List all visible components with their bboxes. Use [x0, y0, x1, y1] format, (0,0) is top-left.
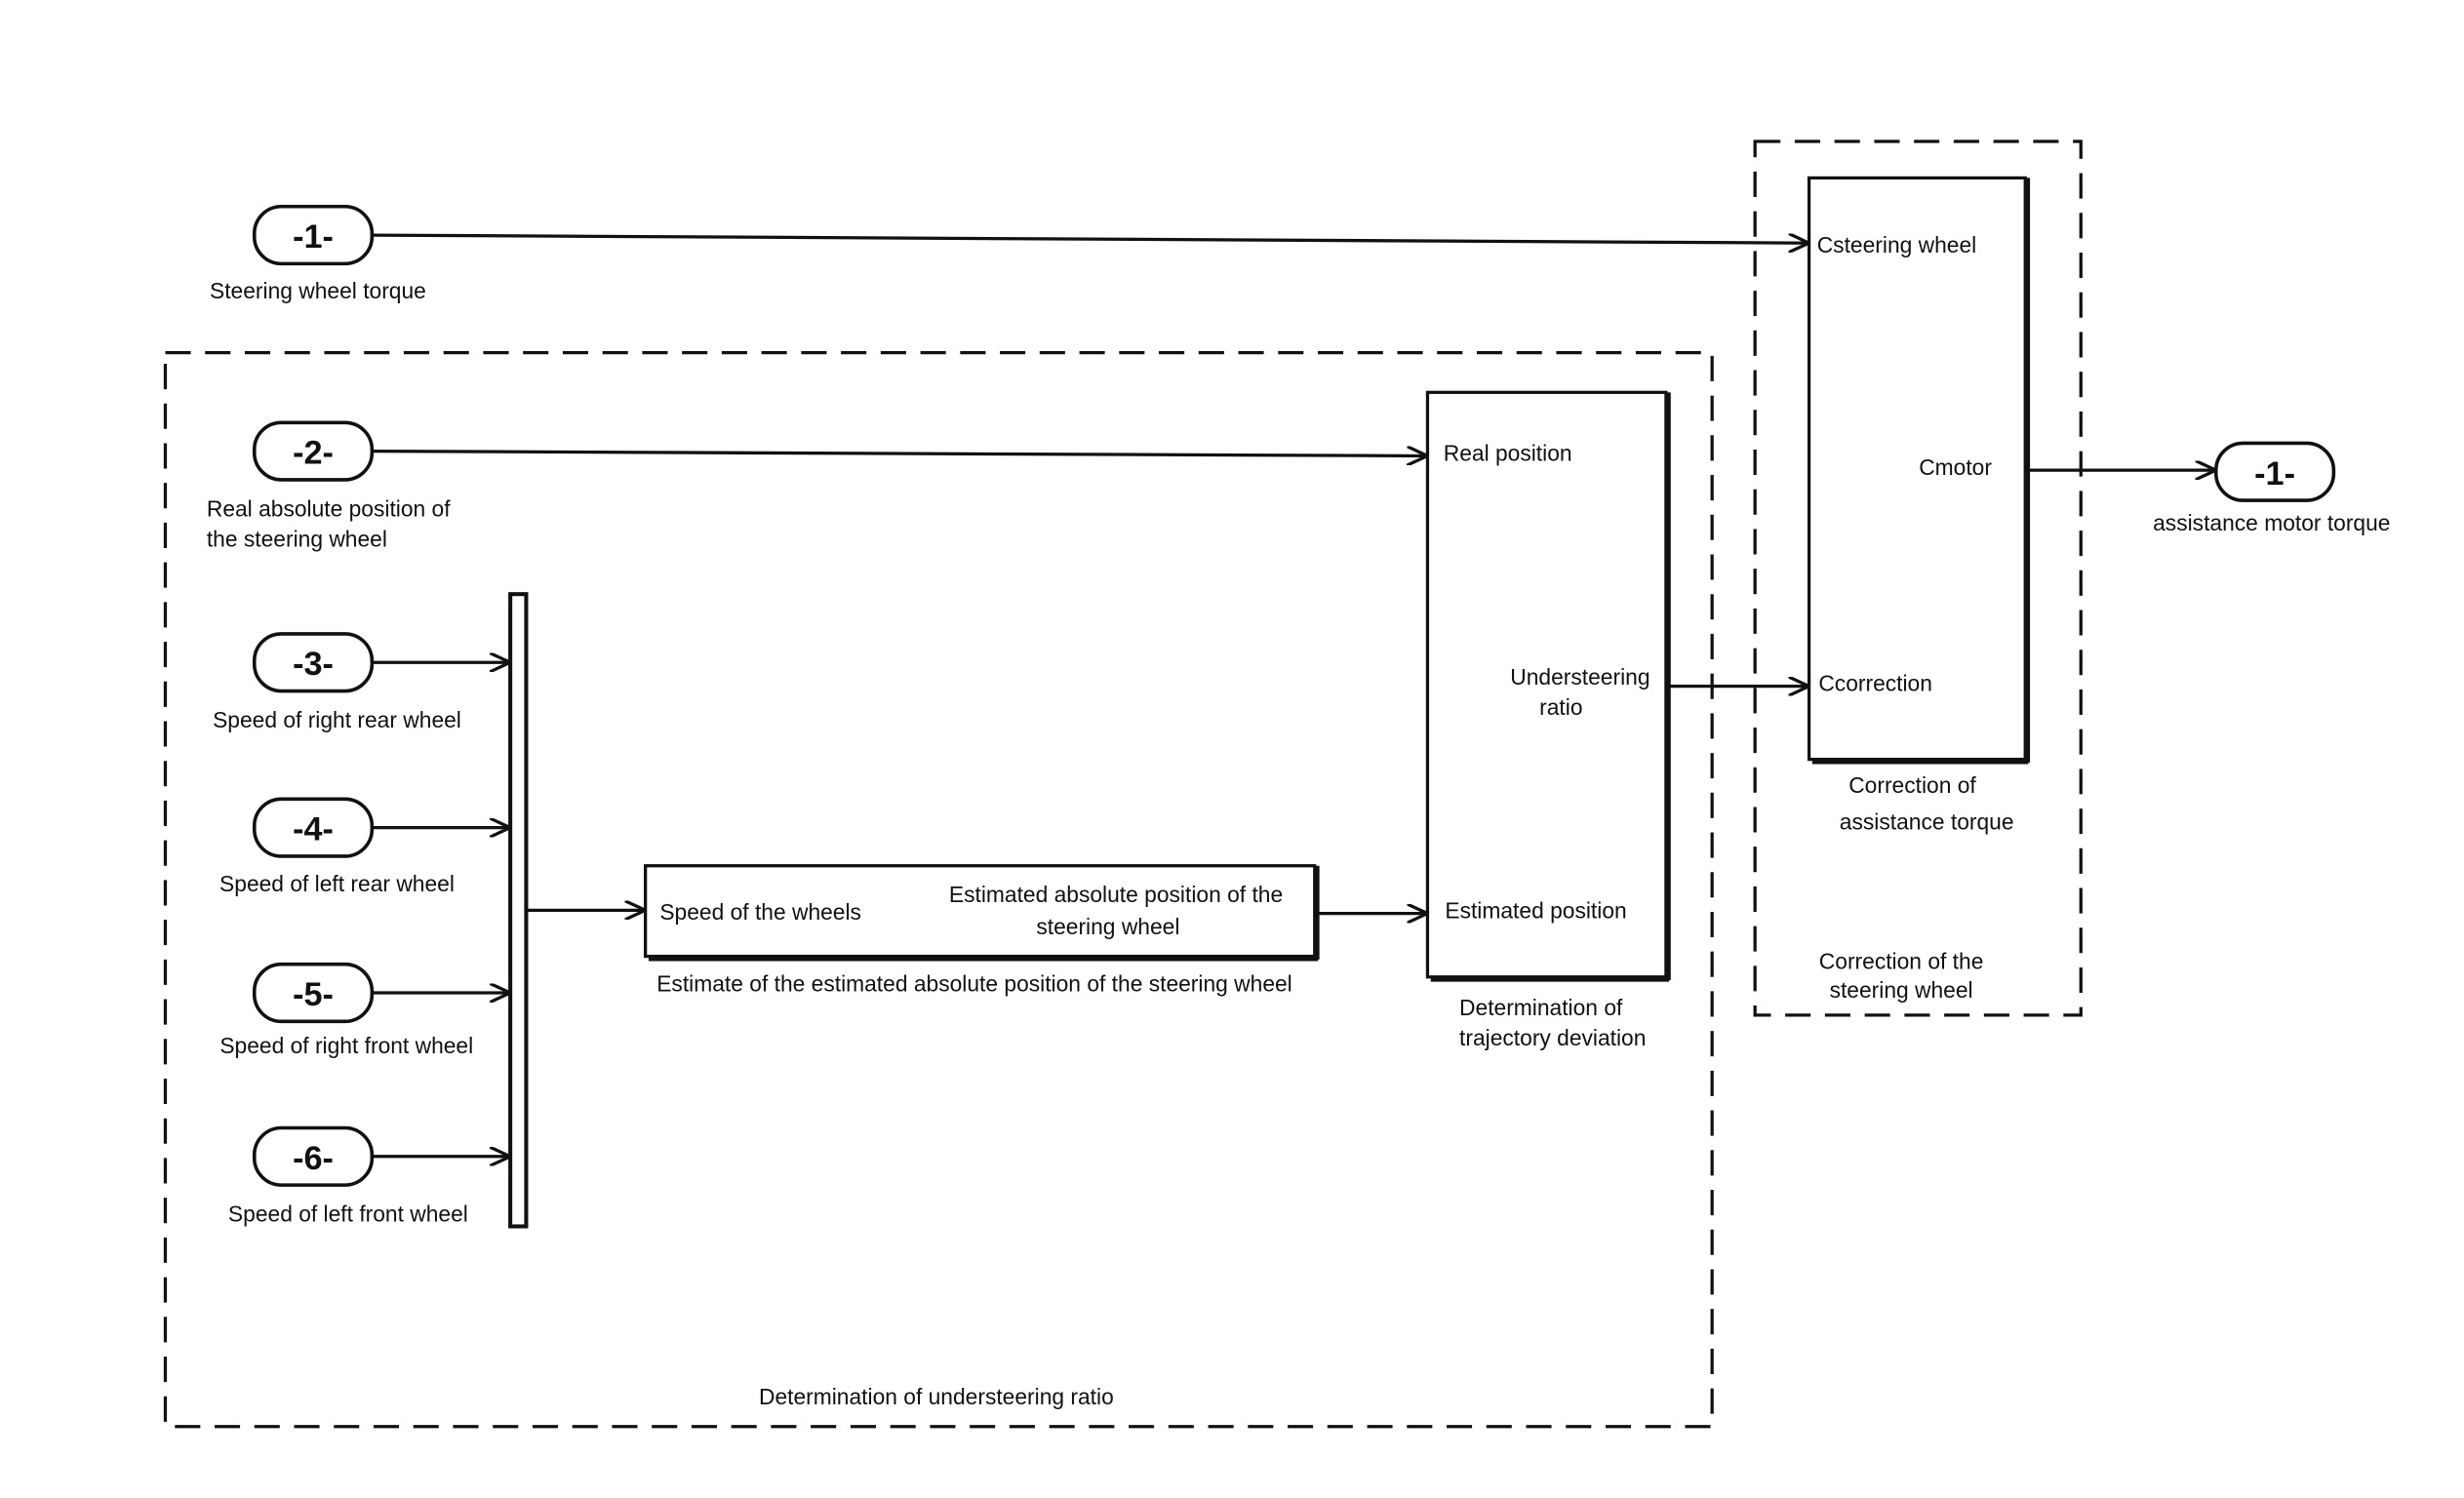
subsystem-steering-correction-caption-1: Correction of the — [1819, 949, 1984, 974]
signal-input-1-to-correction — [372, 235, 1808, 243]
output-1-label: assistance motor torque — [2153, 510, 2390, 535]
input-terminal-4[interactable]: -4- — [252, 797, 375, 858]
input-terminal-1[interactable]: -1- — [252, 204, 375, 266]
input-3-number: -3- — [293, 646, 334, 683]
output-1-number: -1- — [2254, 455, 2295, 493]
trajectory-in-port-estimated-position: Estimated position — [1445, 897, 1626, 923]
signal-input-2-to-trajectory — [372, 452, 1427, 456]
output-terminal-1[interactable]: -1- — [2213, 441, 2336, 502]
input-1-label: Steering wheel torque — [210, 278, 426, 303]
block-estimate-position[interactable]: Speed of the wheels Estimated absolute p… — [644, 864, 1320, 962]
subsystem-steering-correction-caption-2: steering wheel — [1830, 977, 1973, 1003]
trajectory-in-port-real-position: Real position — [1444, 440, 1572, 465]
correction-in-port-correction: Ccorrection — [1818, 671, 1932, 696]
correction-in-port-steering-wheel: Csteering wheel — [1817, 232, 1977, 257]
estimate-out-port-line-1: Estimated absolute position of the — [949, 882, 1283, 907]
block-correction-assistance-torque[interactable]: Csteering wheel Ccorrection Cmotor — [1807, 176, 2031, 765]
trajectory-out-port-line-1: Understeering — [1510, 664, 1649, 690]
estimate-in-port-label: Speed of the wheels — [659, 899, 861, 925]
estimate-out-port-line-2: steering wheel — [1036, 914, 1179, 939]
input-4-number: -4- — [293, 811, 334, 848]
input-2-number: -2- — [293, 435, 334, 472]
block-trajectory-deviation[interactable]: Real position Estimated position Underst… — [1425, 390, 1671, 982]
trajectory-out-port-line-2: ratio — [1539, 694, 1582, 720]
subsystem-understeering-caption: Determination of understeering ratio — [759, 1384, 1114, 1409]
trajectory-caption-line-1: Determination of — [1459, 995, 1623, 1020]
input-6-number: -6- — [293, 1140, 334, 1177]
input-4-label: Speed of left rear wheel — [219, 871, 455, 896]
input-3-label: Speed of right rear wheel — [213, 707, 461, 732]
correction-caption-line-1: Correction of — [1848, 772, 1976, 798]
input-1-number: -1- — [293, 218, 334, 256]
input-terminal-5[interactable]: -5- — [252, 962, 375, 1024]
input-terminal-2[interactable]: -2- — [252, 420, 375, 482]
input-2-label-line-1: Real absolute position of — [207, 495, 451, 521]
input-terminal-6[interactable]: -6- — [252, 1125, 375, 1187]
mux-bar[interactable] — [508, 592, 529, 1229]
estimate-block-caption: Estimate of the estimated absolute posit… — [656, 970, 1292, 996]
input-2-label-line-2: the steering wheel — [207, 526, 387, 551]
input-5-label: Speed of right front wheel — [219, 1033, 473, 1058]
correction-caption-line-2: assistance torque — [1840, 808, 2014, 834]
input-terminal-3[interactable]: -3- — [252, 632, 375, 693]
block-diagram: Determination of understeering ratio Cor… — [163, 139, 2390, 1429]
correction-out-port-motor: Cmotor — [1919, 454, 1992, 480]
trajectory-caption-line-2: trajectory deviation — [1459, 1025, 1646, 1050]
input-5-number: -5- — [293, 976, 334, 1013]
input-6-label: Speed of left front wheel — [228, 1202, 468, 1227]
